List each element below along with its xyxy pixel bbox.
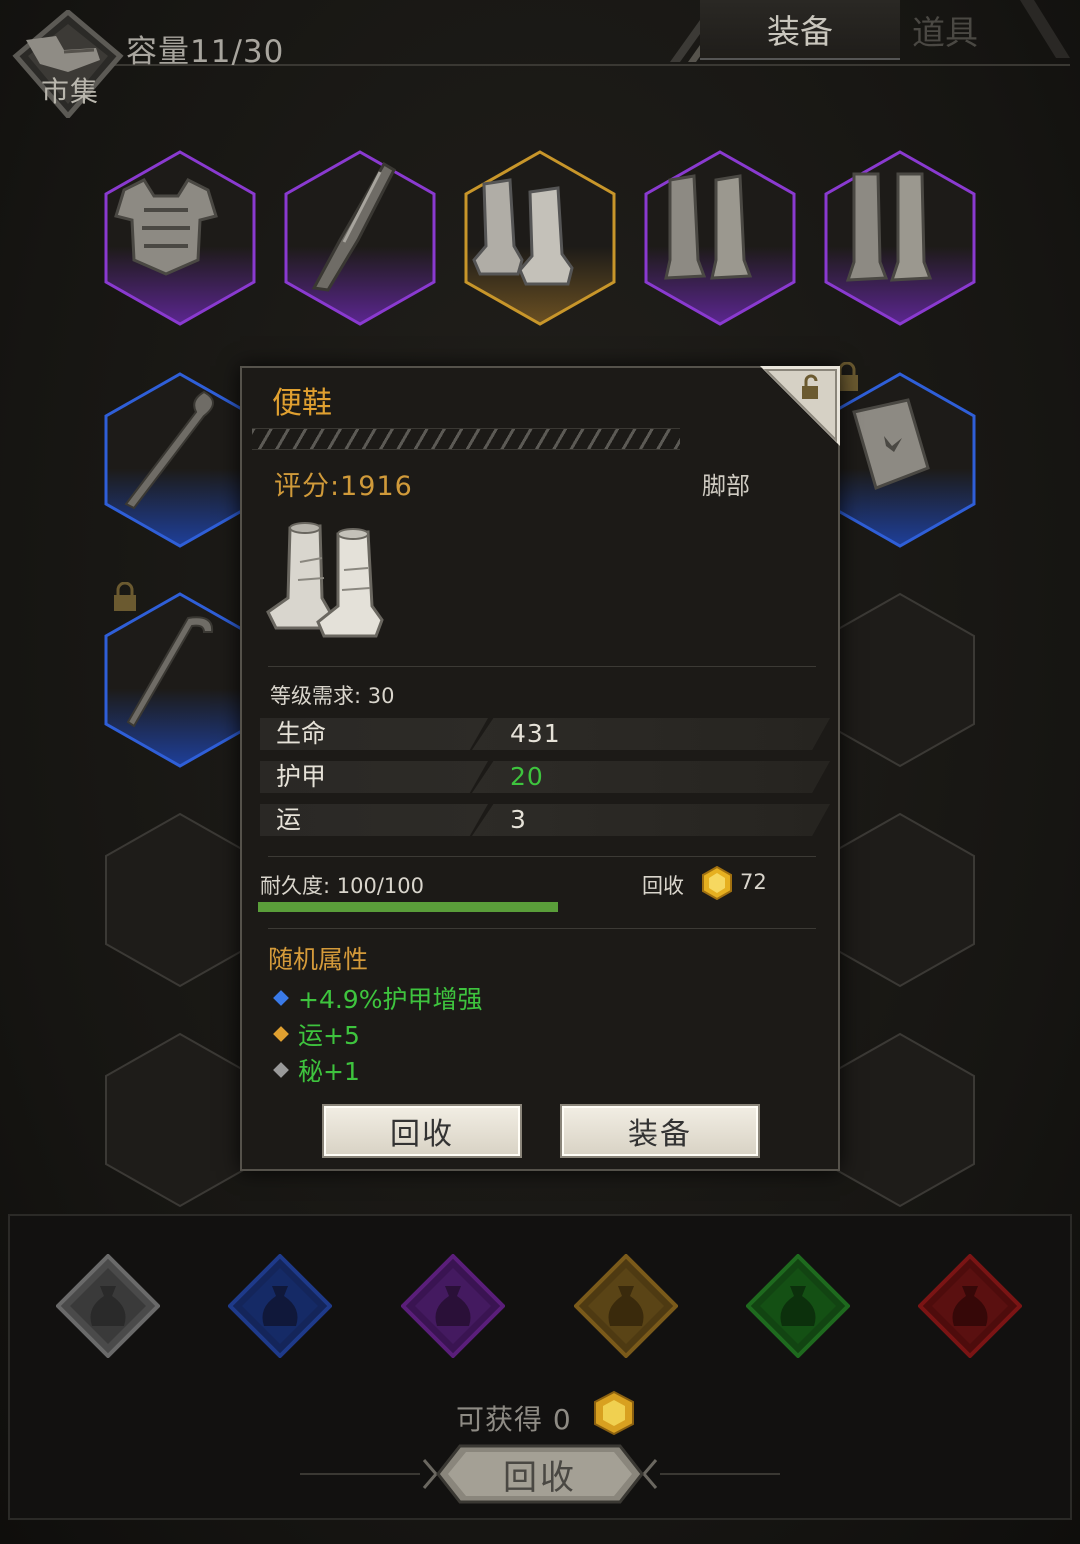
item-score: 评分:1916 <box>274 471 413 502</box>
divider <box>268 856 816 857</box>
recycle-label: 回收 <box>642 874 684 898</box>
empty-slot[interactable] <box>824 592 976 768</box>
gray-bag-icon[interactable] <box>56 1254 160 1358</box>
tab-items[interactable]: 道具 <box>880 0 1010 60</box>
durability-bar <box>258 902 558 912</box>
inventory-slot[interactable] <box>824 150 976 326</box>
dagger-icon <box>311 161 396 292</box>
inventory-slot[interactable] <box>284 150 436 326</box>
empty-slot[interactable] <box>104 812 256 988</box>
level-requirement: 等级需求: 30 <box>270 684 395 708</box>
item-name: 便鞋 <box>272 386 332 421</box>
stat-value: 20 <box>510 762 544 791</box>
staff-icon <box>124 390 214 510</box>
random-attribute: +4.9%护甲增强 <box>273 980 483 1016</box>
random-attribute-text: 秘+1 <box>298 1057 360 1086</box>
inventory-slot-selected[interactable] <box>464 150 616 326</box>
recycle-button[interactable]: 回收 <box>322 1104 522 1158</box>
recycle-all-button[interactable]: 回收 <box>440 1447 640 1501</box>
stat-row: 运 3 <box>260 804 830 836</box>
title-hatch <box>252 428 680 450</box>
random-attribute-text: 运+5 <box>298 1021 360 1050</box>
inventory-slot[interactable] <box>104 592 256 768</box>
random-attribute: 秘+1 <box>273 1052 360 1088</box>
item-slot: 脚部 <box>702 472 750 500</box>
empty-slot[interactable] <box>104 1032 256 1208</box>
armor-chest-icon <box>114 178 218 276</box>
purple-bag-icon[interactable] <box>401 1254 505 1358</box>
diamond-icon <box>273 1062 289 1078</box>
divider <box>268 666 816 667</box>
random-attributes-title: 随机属性 <box>268 945 369 974</box>
lock-icon <box>114 582 136 611</box>
stat-name: 生命 <box>276 719 327 748</box>
durability-text: 耐久度: 100/100 <box>260 874 424 898</box>
greaves-icon <box>664 174 753 280</box>
inventory-slot[interactable] <box>644 150 796 326</box>
obtainable-text: 可获得 0 <box>456 1403 572 1436</box>
lock-toggle-icon[interactable] <box>760 366 840 446</box>
stat-value: 431 <box>510 719 561 748</box>
inventory-slot[interactable] <box>104 372 256 548</box>
stat-value: 3 <box>510 805 527 834</box>
capacity-counter: 容量11/30 <box>126 34 285 70</box>
boots-icon <box>266 522 384 638</box>
empty-slot[interactable] <box>824 1032 976 1208</box>
boots-icon <box>472 178 574 286</box>
tab-equipment[interactable]: 装备 <box>700 0 900 60</box>
blue-bag-icon[interactable] <box>228 1254 332 1358</box>
gem-icon <box>702 866 732 900</box>
leg-armor-icon <box>845 172 933 282</box>
stat-name: 运 <box>276 805 302 834</box>
tab-edge-icon <box>1020 0 1070 58</box>
equip-button[interactable]: 装备 <box>560 1104 760 1158</box>
inventory-slot[interactable] <box>824 372 976 548</box>
diamond-icon <box>273 1026 289 1042</box>
cane-icon <box>126 616 214 728</box>
market-label: 市集 <box>40 75 99 108</box>
diamond-icon <box>273 990 289 1006</box>
red-bag-icon[interactable] <box>918 1254 1022 1358</box>
stat-row: 生命 431 <box>260 718 830 750</box>
recycle-value: 72 <box>740 870 767 894</box>
divider <box>268 928 816 929</box>
inventory-slot[interactable] <box>104 150 256 326</box>
stat-row: 护甲 20 <box>260 761 830 793</box>
stat-name: 护甲 <box>276 762 327 791</box>
random-attribute-text: +4.9%护甲增强 <box>298 985 483 1014</box>
empty-slot[interactable] <box>824 812 976 988</box>
tome-icon <box>852 398 930 490</box>
gold-bag-icon[interactable] <box>574 1254 678 1358</box>
item-detail-popup: 便鞋 评分:1916 脚部 等级需求: 30 生命 431 护甲 20 运 3 … <box>240 366 840 1171</box>
green-bag-icon[interactable] <box>746 1254 850 1358</box>
gem-icon <box>594 1390 634 1436</box>
random-attribute: 运+5 <box>273 1016 360 1052</box>
